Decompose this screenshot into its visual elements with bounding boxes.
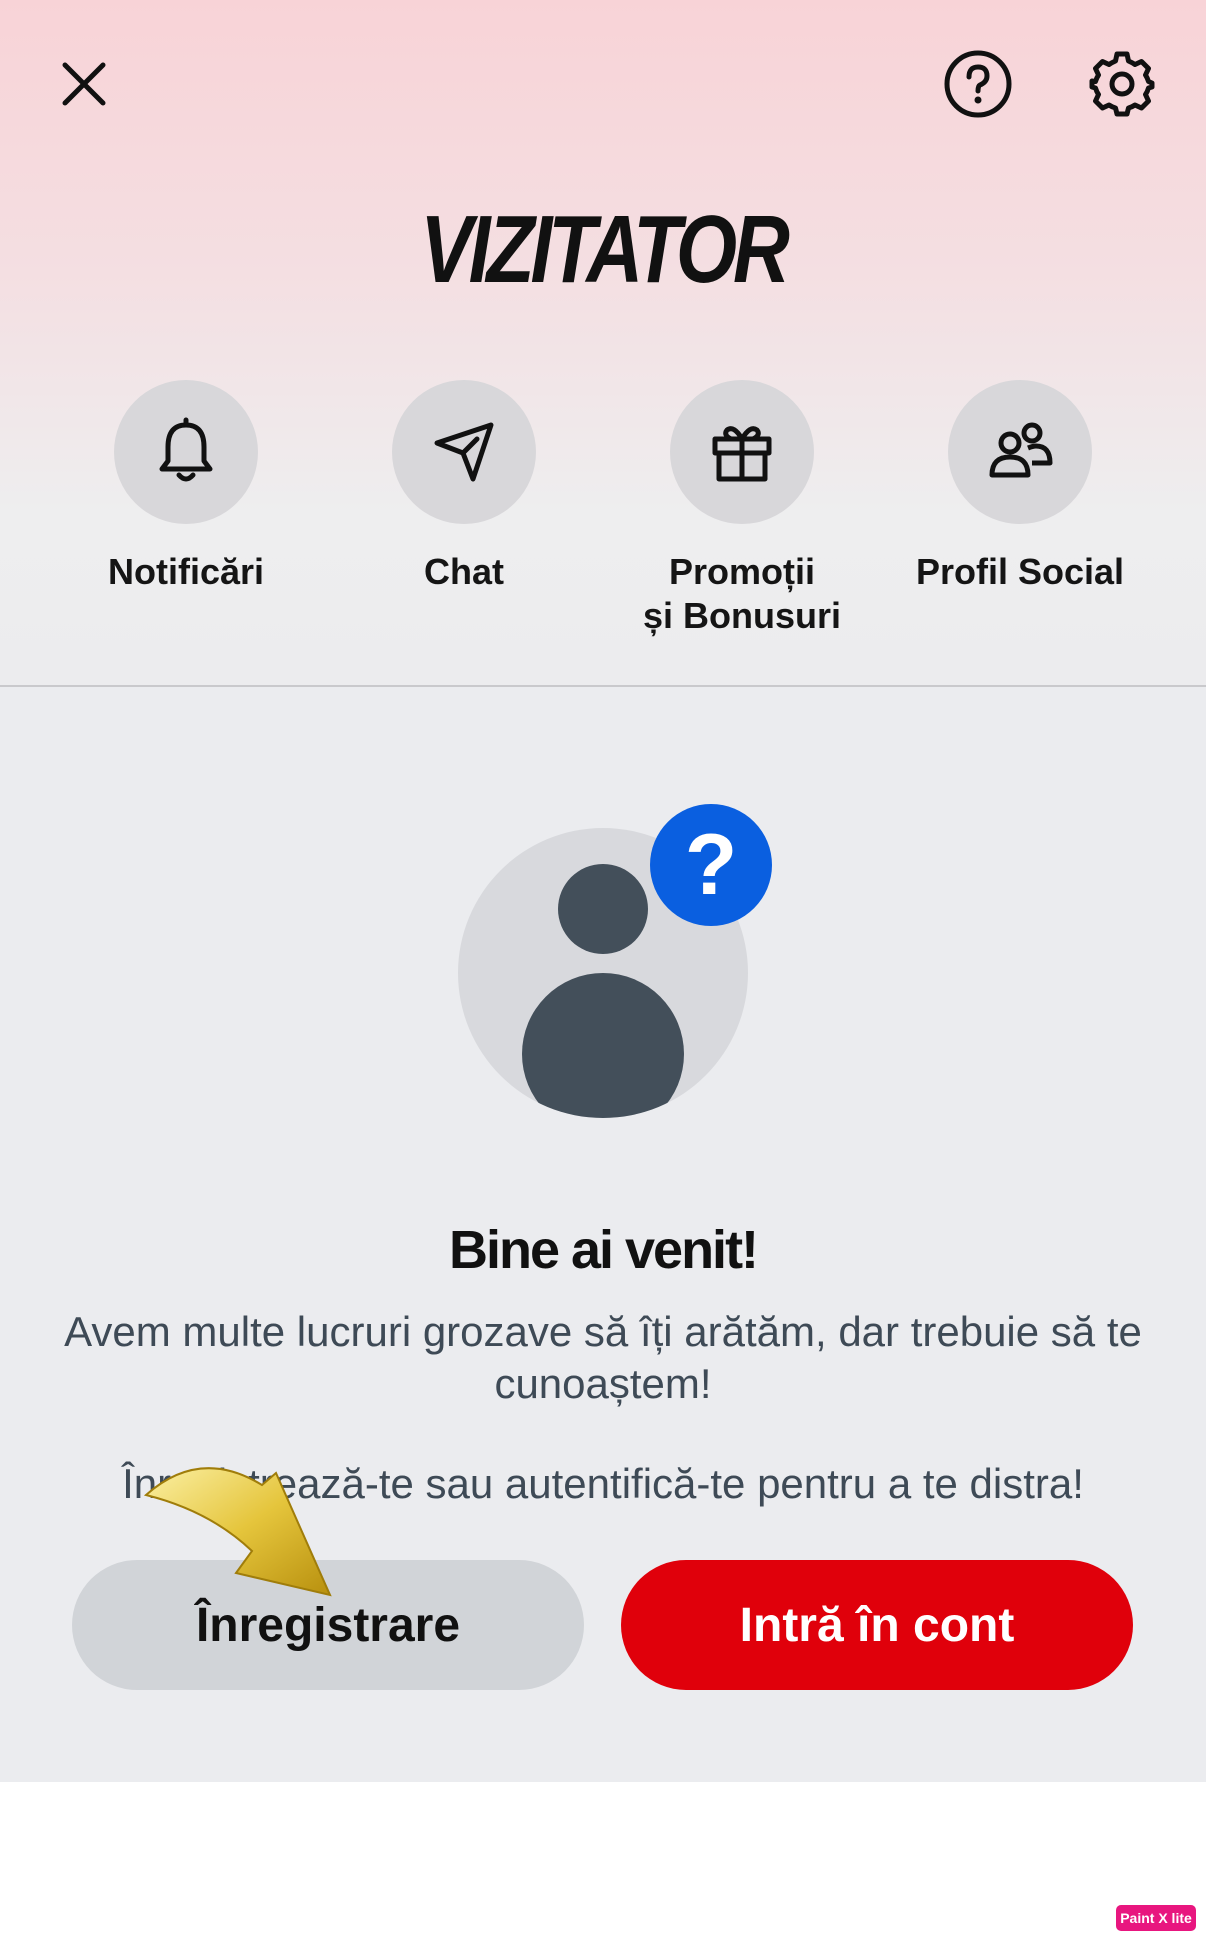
users-icon [989, 422, 1053, 478]
close-icon [62, 62, 106, 106]
quick-action-social-profile[interactable]: Profil Social [880, 380, 1160, 594]
help-circle-icon [944, 50, 1012, 118]
bell-icon [159, 417, 213, 482]
avatar-body [522, 973, 684, 1118]
watermark-badge: Paint X lite [1116, 1905, 1196, 1931]
quick-action-label: Chat [424, 551, 504, 592]
quick-action-label: Promoții și Bonusuri [642, 551, 842, 636]
help-button[interactable] [942, 48, 1014, 120]
chat-icon-circle [392, 380, 536, 524]
login-button[interactable]: Intră în cont [621, 1560, 1133, 1690]
quick-action-label: Profil Social [915, 551, 1125, 592]
page-title: VIZITATOR [420, 196, 790, 303]
pointer-arrow-icon [143, 1467, 332, 1597]
send-icon [434, 422, 494, 482]
gift-icon [712, 426, 772, 482]
quick-action-promotions[interactable]: Promoții și Bonusuri [602, 380, 882, 638]
question-badge: ? [650, 804, 772, 926]
settings-button[interactable] [1084, 46, 1160, 122]
quick-action-notifications[interactable]: Notificări [46, 380, 326, 594]
close-button[interactable] [52, 52, 116, 116]
avatar-head [558, 864, 648, 954]
promotions-icon-circle [670, 380, 814, 524]
welcome-text: Avem multe lucruri grozave să îți arătăm… [64, 1308, 1142, 1407]
notifications-icon-circle [114, 380, 258, 524]
quick-action-chat[interactable]: Chat [324, 380, 604, 594]
quick-action-label: Notificări [107, 551, 265, 592]
social-icon-circle [948, 380, 1092, 524]
gear-icon [1089, 51, 1155, 117]
header-panel: VIZITATOR Notificări Chat Promoții și Bo… [0, 0, 1206, 687]
welcome-title: Bine ai venit! [448, 1220, 759, 1280]
